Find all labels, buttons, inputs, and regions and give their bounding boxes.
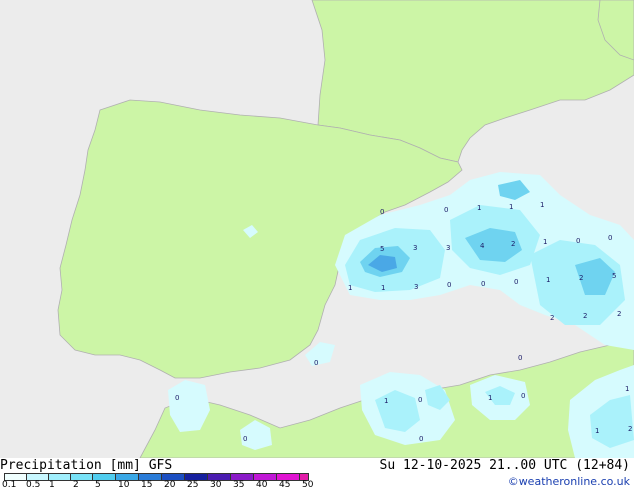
precip-label: 0	[419, 435, 423, 443]
precip-label: 2	[550, 314, 554, 322]
precip-label: 1	[384, 397, 388, 405]
precip-label: 0	[521, 392, 525, 400]
precipitation-map[interactable]: 0 0 1 1 1 5 3 3 4 2 1 0 0 1 1 3 0 0 0 1 …	[0, 0, 634, 458]
precip-label: 0	[514, 278, 518, 286]
precip-label: 1	[546, 276, 550, 284]
scale-tick: 1	[49, 480, 55, 490]
precip-label: 0	[576, 237, 580, 245]
scale-tick: 0.5	[26, 480, 41, 490]
precip-label: 1	[540, 201, 544, 209]
scale-tick: 45	[279, 480, 291, 490]
legend-footer: Precipitation [mm] GFS Su 12-10-2025 21.…	[0, 458, 634, 490]
precip-label: 0	[243, 435, 247, 443]
precip-label: 0	[444, 206, 448, 214]
precip-label: 4	[480, 242, 485, 250]
precip-label: 5	[612, 272, 616, 280]
precip-label: 0	[608, 234, 612, 242]
precip-label: 3	[413, 244, 417, 252]
valid-time: Su 12-10-2025 21..00 UTC (12+84)	[379, 458, 630, 473]
precip-label: 3	[446, 244, 450, 252]
precip-label: 1	[543, 238, 547, 246]
precip-label: 3	[414, 283, 418, 291]
precip-label: 0	[380, 208, 384, 216]
precip-label: 1	[595, 427, 599, 435]
precip-label: 0	[481, 280, 485, 288]
scale-tick: 0.1	[2, 480, 17, 490]
precip-label: 1	[625, 385, 629, 393]
scale-tick: 2	[73, 480, 79, 490]
map-title: Precipitation [mm] GFS	[0, 458, 173, 473]
scale-tick: 25	[187, 480, 199, 490]
precip-label: 2	[583, 312, 587, 320]
scale-tick: 35	[233, 480, 245, 490]
precip-label: 0	[175, 394, 179, 402]
precip-label: 2	[617, 310, 621, 318]
precip-label: 0	[447, 281, 451, 289]
precip-label: 0	[518, 354, 522, 362]
precip-label: 1	[488, 394, 492, 402]
precip-label: 1	[477, 204, 481, 212]
precip-label: 1	[348, 284, 352, 292]
scale-tick: 15	[141, 480, 153, 490]
precip-label: 2	[628, 425, 632, 433]
precip-label: 2	[579, 274, 583, 282]
precip-label: 1	[381, 284, 385, 292]
precip-label: 2	[511, 240, 515, 248]
precip-label: 5	[380, 245, 384, 253]
precip-label: 0	[418, 396, 422, 404]
scale-tick: 10	[118, 480, 130, 490]
precip-label: 0	[314, 359, 318, 367]
credit-link[interactable]: ©weatheronline.co.uk	[508, 475, 630, 488]
precip-label: 1	[509, 203, 513, 211]
scale-tick: 5	[95, 480, 101, 490]
scale-tick: 40	[256, 480, 268, 490]
scale-tick: 30	[210, 480, 222, 490]
scale-tick: 20	[164, 480, 176, 490]
scale-tick: 50	[302, 480, 314, 490]
